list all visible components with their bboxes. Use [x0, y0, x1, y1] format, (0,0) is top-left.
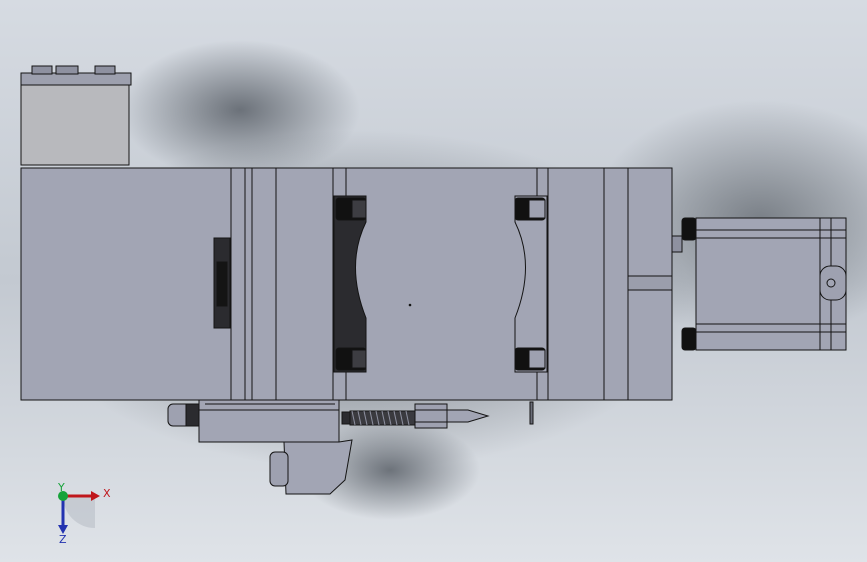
- center-point: [408, 303, 412, 307]
- left-slot: [213, 237, 231, 329]
- stepper-motor[interactable]: [671, 217, 847, 351]
- top-left-block[interactable]: [20, 65, 132, 166]
- triad-y-label: Y: [57, 481, 65, 494]
- triad-z-label: Z: [59, 533, 67, 546]
- cad-graphics-area[interactable]: X Y Z: [0, 0, 867, 562]
- triad-x-label: X: [103, 487, 111, 500]
